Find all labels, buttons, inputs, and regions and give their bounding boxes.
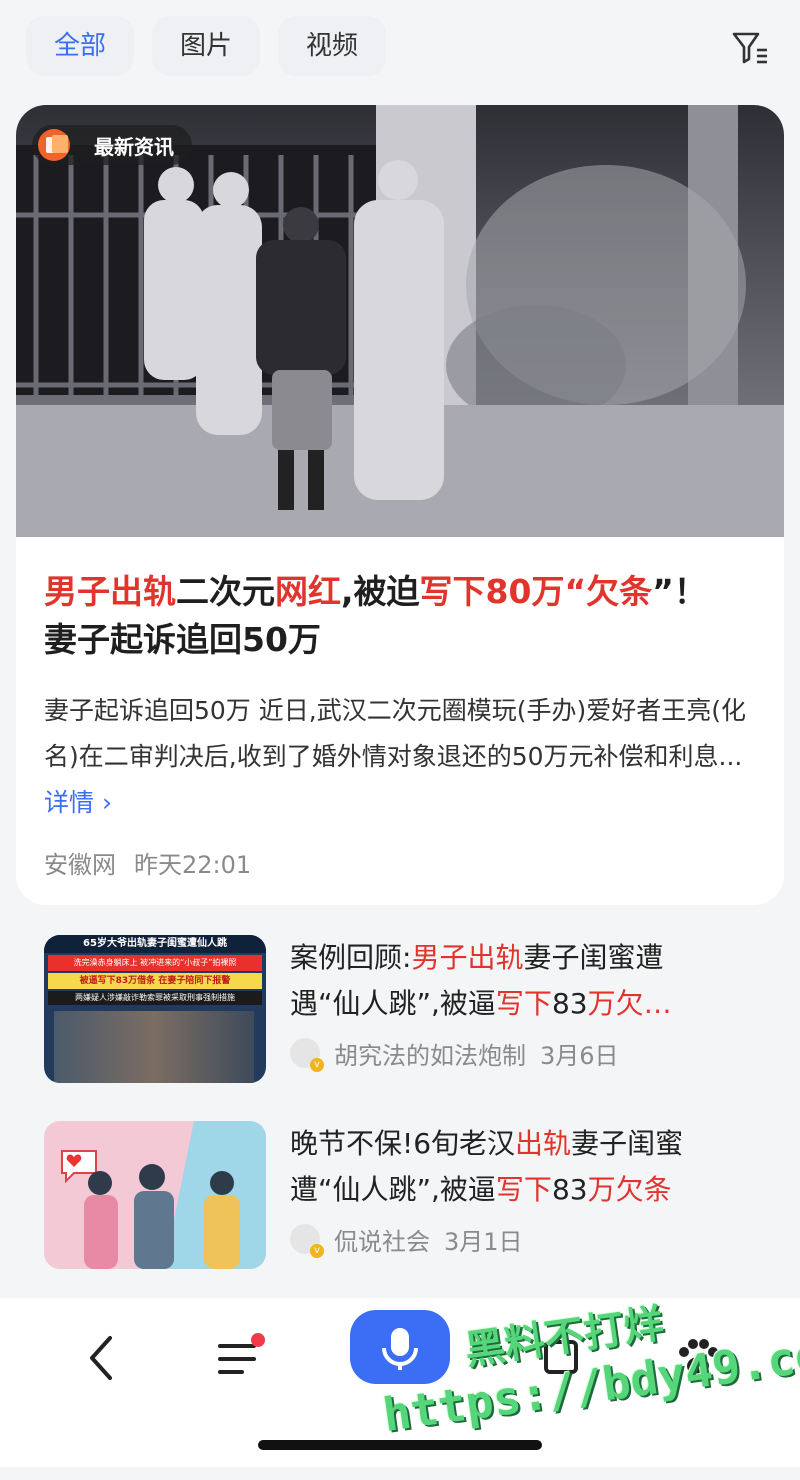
headline-part: 二次元 xyxy=(176,572,275,611)
list-item[interactable]: 65岁大爷出轨妻子闺蜜遭仙人跳 洗完澡赤身躺床上 被冲进来的“小叔子”拍裸照 被… xyxy=(44,935,784,1085)
publish-date: 3月6日 xyxy=(540,1041,619,1070)
featured-headline[interactable]: 男子出轨二次元网红,被迫写下80万“欠条”！ 妻子起诉追回50万 xyxy=(44,568,764,664)
list-item[interactable]: 晚节不保!6旬老汉出轨妻子闺蜜遭“仙人跳”,被逼写下83万欠条 v 侃说社会 3… xyxy=(44,1121,784,1271)
title-part: 写下 xyxy=(495,1173,552,1206)
headline-part: 男子出轨 xyxy=(44,572,176,611)
title-part: 妻子闺蜜遭 xyxy=(523,941,664,974)
title-part: 83 xyxy=(551,1173,588,1206)
title-part: 晚节不保!6旬老汉 xyxy=(290,1127,516,1160)
headline-part: ,被迫 xyxy=(341,572,420,611)
featured-news-card[interactable]: 最新资讯 男子出轨二次元网红,被迫写下80万“欠条”！ 妻子起诉追回50万 妻子起… xyxy=(16,105,784,905)
summary-text: 妻子起诉追回50万 近日,武汉二次元圈模玩(手办)爱好者王亮(化名)在二审判决后… xyxy=(44,696,746,771)
news-photo[interactable] xyxy=(16,105,784,537)
author-avatar: v xyxy=(290,1038,324,1072)
title-part: 遇“仙人跳”,被逼 xyxy=(290,987,496,1020)
notification-dot xyxy=(251,1333,265,1347)
featured-summary: 妻子起诉追回50万 近日,武汉二次元圈模玩(手办)爱好者王亮(化名)在二审判决后… xyxy=(44,688,764,826)
voice-search-button[interactable] xyxy=(350,1310,450,1384)
mic-icon xyxy=(382,1328,418,1370)
headline-part: 写下80万“欠条 xyxy=(419,572,653,611)
tab-videos[interactable]: 视频 xyxy=(278,16,386,76)
headline-part: 妻子起诉追回50万 xyxy=(44,620,321,659)
badge-label: 最新资讯 xyxy=(94,134,174,159)
author-name[interactable]: 侃说社会 xyxy=(334,1222,430,1257)
headline-part: 网红 xyxy=(275,572,341,611)
tabs-icon[interactable] xyxy=(532,1328,592,1388)
source-name: 安徽网 xyxy=(44,851,116,879)
back-icon[interactable] xyxy=(72,1328,132,1388)
item-thumbnail[interactable] xyxy=(44,1121,266,1269)
title-part: 万欠… xyxy=(587,987,672,1020)
paw-icon[interactable] xyxy=(668,1328,728,1388)
home-indicator xyxy=(258,1440,542,1450)
publish-time: 昨天22:01 xyxy=(134,851,252,879)
thumb-caption: 被逼写下83万借条 在妻子陪同下报警 xyxy=(48,973,262,989)
verified-icon: v xyxy=(310,1058,324,1072)
item-title[interactable]: 案例回顾:男子出轨妻子闺蜜遭 遇“仙人跳”,被逼写下83万欠… xyxy=(290,935,760,1027)
title-part: 男子出轨 xyxy=(411,941,524,974)
source-line: 安徽网 昨天22:01 xyxy=(44,845,251,880)
title-part: 妻子闺蜜 xyxy=(571,1127,684,1160)
author-name[interactable]: 胡究法的如法炮制 xyxy=(334,1036,526,1071)
item-meta: v 胡究法的如法炮制 3月6日 xyxy=(290,1035,619,1072)
title-part: 案例回顾: xyxy=(290,941,412,974)
item-title[interactable]: 晚节不保!6旬老汉出轨妻子闺蜜遭“仙人跳”,被逼写下83万欠条 xyxy=(290,1121,760,1213)
tab-all[interactable]: 全部 xyxy=(26,16,134,76)
search-tabs: 全部 图片 视频 xyxy=(0,0,800,100)
author-avatar: v xyxy=(290,1224,324,1258)
menu-icon[interactable] xyxy=(208,1328,268,1388)
thumb-caption: 65岁大爷出轨妻子闺蜜遭仙人跳 xyxy=(44,935,266,953)
title-part: 万欠条 xyxy=(587,1173,672,1206)
item-meta: v 侃说社会 3月1日 xyxy=(290,1221,523,1258)
title-part: 写下 xyxy=(495,987,552,1020)
tab-images[interactable]: 图片 xyxy=(152,16,260,76)
news-badge-icon xyxy=(38,129,84,161)
title-part: 83 xyxy=(551,987,588,1020)
latest-news-badge: 最新资讯 xyxy=(32,125,192,165)
details-link[interactable]: 详情 › xyxy=(44,788,112,817)
publish-date: 3月1日 xyxy=(444,1227,523,1256)
title-part: 出轨 xyxy=(515,1127,572,1160)
verified-icon: v xyxy=(310,1244,324,1258)
headline-part: ”！ xyxy=(652,572,707,611)
thumb-caption: 洗完澡赤身躺床上 被冲进来的“小叔子”拍裸照 xyxy=(48,955,262,971)
bottom-toolbar xyxy=(0,1298,800,1467)
filter-icon[interactable] xyxy=(730,28,770,68)
title-part: 遭“仙人跳”,被逼 xyxy=(290,1173,496,1206)
item-thumbnail[interactable]: 65岁大爷出轨妻子闺蜜遭仙人跳 洗完澡赤身躺床上 被冲进来的“小叔子”拍裸照 被… xyxy=(44,935,266,1083)
thumb-caption: 两嫌疑人涉嫌敲诈勒索罪被采取刑事强制措施 xyxy=(48,991,262,1005)
